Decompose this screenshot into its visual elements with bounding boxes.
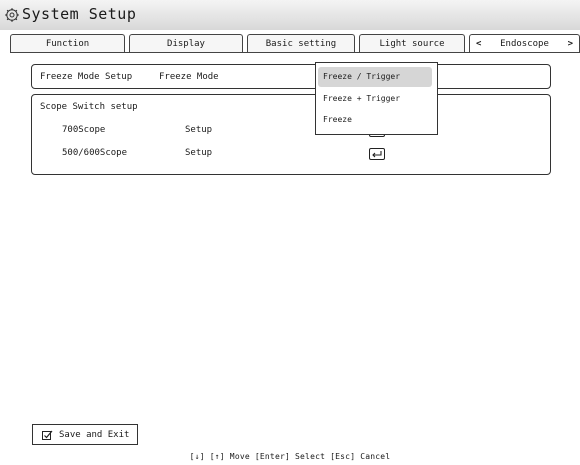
scope-switch-panel: Scope Switch setup 700Scope Setup 500/60… xyxy=(31,94,551,175)
scope-row-name: 500/600Scope xyxy=(62,148,128,158)
freeze-mode-field-label: Freeze Mode xyxy=(159,72,219,82)
key-hint-text: [↓] [↑] Move [Enter] Select [Esc] Cancel xyxy=(189,452,391,461)
dropdown-option[interactable]: Freeze / Trigger xyxy=(318,67,432,87)
window-title: System Setup xyxy=(22,5,137,23)
freeze-mode-section-label: Freeze Mode Setup xyxy=(40,72,133,82)
freeze-mode-dropdown[interactable]: Freeze / Trigger Freeze + Trigger Freeze xyxy=(315,62,438,135)
scope-row-action: Setup xyxy=(185,148,213,158)
tab-basic-setting[interactable]: Basic setting xyxy=(247,34,355,52)
tab-bar: Function Display Basic setting Light sou… xyxy=(10,34,580,53)
scope-row-name: 700Scope xyxy=(62,125,106,135)
tab-function[interactable]: Function xyxy=(10,34,125,52)
tab-divider xyxy=(10,52,580,53)
tab-next-arrow-icon[interactable]: > xyxy=(568,35,573,53)
title-bar: System Setup xyxy=(0,0,580,30)
scope-row-action: Setup xyxy=(185,125,213,135)
dropdown-option[interactable]: Freeze + Trigger xyxy=(318,89,432,109)
tab-light-source[interactable]: Light source xyxy=(359,34,465,52)
tab-display[interactable]: Display xyxy=(129,34,243,52)
enter-key-icon[interactable] xyxy=(369,148,385,160)
tab-endoscope-label: Endoscope xyxy=(500,39,549,49)
gear-icon xyxy=(5,8,19,22)
freeze-mode-panel: Freeze Mode Setup Freeze Mode : xyxy=(31,64,551,89)
scope-switch-section-label: Scope Switch setup xyxy=(40,102,138,112)
tab-endoscope[interactable]: < Endoscope > xyxy=(469,34,580,52)
save-and-exit-button[interactable]: Save and Exit xyxy=(32,424,138,445)
checkbox-icon xyxy=(42,430,53,440)
save-and-exit-label: Save and Exit xyxy=(59,430,130,440)
tab-prev-arrow-icon[interactable]: < xyxy=(476,35,481,53)
dropdown-option[interactable]: Freeze xyxy=(318,110,432,130)
key-hint-footer: [↓] [↑] Move [Enter] Select [Esc] Cancel xyxy=(0,452,580,461)
